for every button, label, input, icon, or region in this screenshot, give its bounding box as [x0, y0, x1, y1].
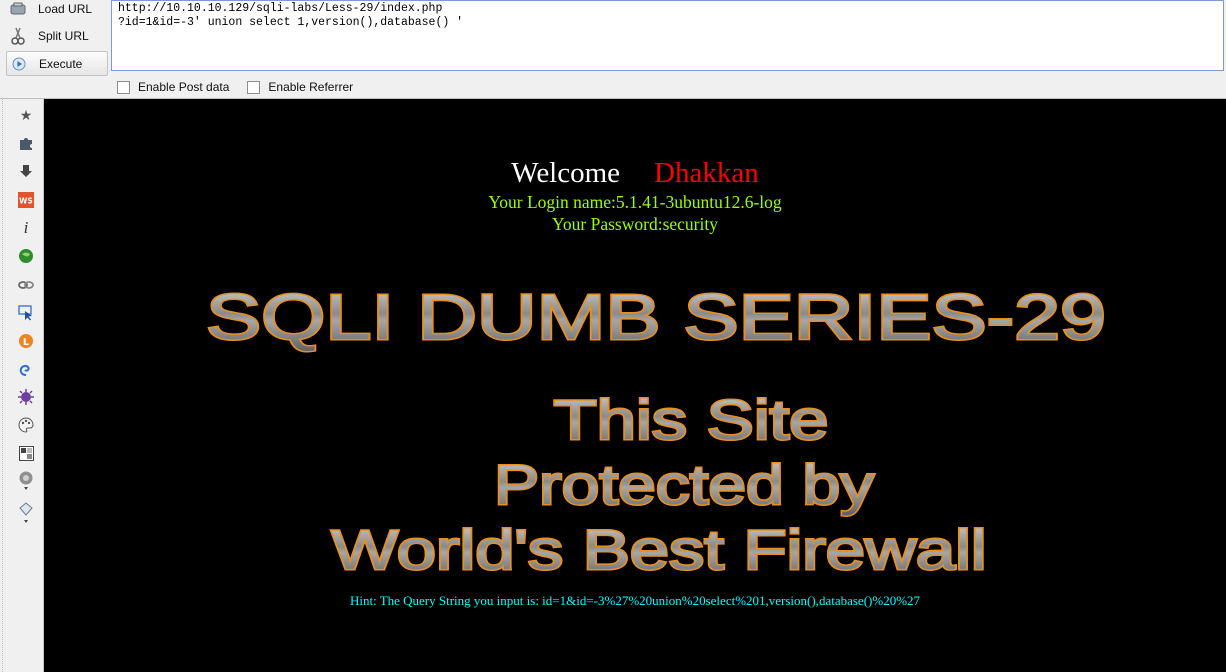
hackbar-options: Enable Post data Enable Referrer — [117, 78, 371, 96]
banner-line-2: Protected by — [494, 453, 874, 516]
info-icon[interactable]: i — [17, 218, 35, 237]
load-url-button[interactable]: Load URL — [6, 0, 106, 20]
url-line-2: ?id=1&id=-3' union select 1,version(),da… — [118, 16, 464, 29]
url-line-1: http://10.10.10.129/sqli-labs/Less-29/in… — [118, 2, 443, 15]
enable-referrer-box[interactable] — [247, 80, 261, 94]
ws-icon[interactable]: WS — [17, 191, 35, 209]
svg-text:L: L — [23, 337, 30, 348]
enable-post-label: Enable Post data — [138, 80, 230, 94]
extension-sidebar: ★ WS i L — [0, 99, 44, 672]
enable-referrer-label: Enable Referrer — [268, 80, 354, 94]
web-page-content: Welcome Dhakkan Your Login name:5.1.41-3u… — [44, 99, 1226, 672]
url-textarea[interactable]: http://10.10.10.129/sqli-labs/Less-29/in… — [111, 0, 1224, 71]
purple-spiky-icon[interactable] — [17, 388, 35, 406]
puzzle-icon[interactable] — [17, 134, 35, 152]
banner-image: SQLI DUMB SERIES-29 This Site Protected … — [205, 280, 1108, 583]
execute-label: Execute — [39, 56, 83, 71]
load-url-icon — [8, 0, 28, 19]
enable-post-checkbox[interactable]: Enable Post data — [117, 80, 229, 94]
cursor-icon[interactable] — [17, 304, 35, 322]
swirl-icon[interactable] — [17, 360, 35, 378]
download-arrow-icon[interactable] — [17, 162, 35, 180]
svg-text:WS: WS — [19, 197, 33, 206]
gear-ball-icon[interactable] — [17, 471, 35, 490]
star-icon[interactable]: ★ — [17, 106, 35, 124]
hackbar-toolbar: Load URL Split URL Execute http://10.10.… — [0, 0, 1226, 100]
split-url-label: Split URL — [38, 28, 89, 43]
execute-button[interactable]: Execute — [6, 51, 108, 76]
palette-icon[interactable] — [17, 416, 35, 434]
query-hint: Hint: The Query String you input is: id=… — [349, 593, 921, 608]
chain-icon[interactable] — [17, 276, 35, 294]
green-globe-icon[interactable] — [17, 247, 35, 265]
grid-icon[interactable] — [17, 444, 35, 462]
banner-title: SQLI DUMB SERIES-29 — [206, 281, 1106, 353]
sidebar-grip[interactable] — [2, 99, 7, 672]
enable-post-box[interactable] — [117, 80, 130, 94]
orange-circle-icon[interactable]: L — [17, 332, 35, 350]
enable-referrer-checkbox[interactable]: Enable Referrer — [247, 80, 353, 94]
tag-icon[interactable] — [17, 502, 35, 523]
scissors-icon — [8, 26, 28, 46]
banner-line-3: World's Best Firewall — [332, 518, 987, 581]
load-url-label: Load URL — [38, 1, 93, 16]
play-icon — [9, 54, 29, 74]
split-url-button[interactable]: Split URL — [6, 24, 106, 47]
banner-line-1: This Site — [554, 388, 829, 451]
hackbar-buttons: Load URL Split URL Execute — [0, 0, 110, 76]
